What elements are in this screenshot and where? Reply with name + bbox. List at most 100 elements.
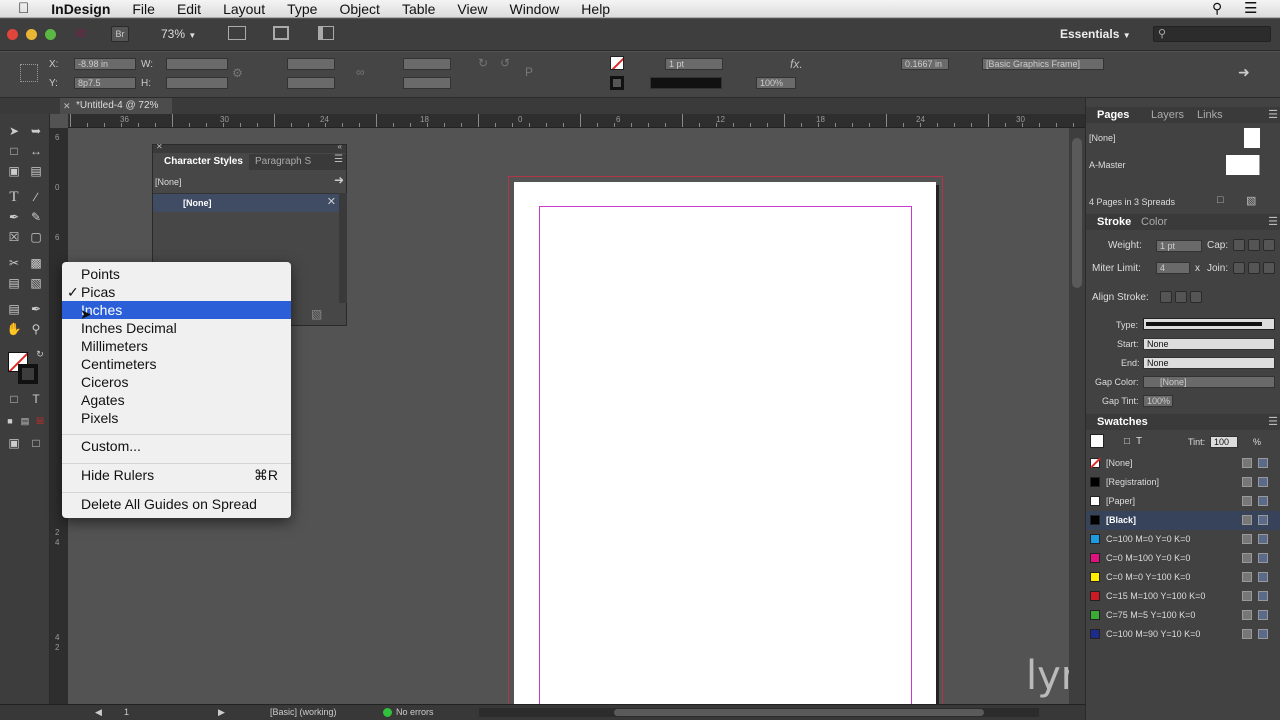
stroke-swatch-icon[interactable] [610, 76, 624, 90]
menu-item-centimeters[interactable]: Centimeters [62, 355, 291, 373]
h-field[interactable] [166, 77, 228, 89]
x-field[interactable]: -8.98 in [74, 58, 136, 70]
object-style-field[interactable]: [Basic Graphics Frame] [982, 58, 1104, 70]
swatch-row[interactable]: C=15 M=100 Y=100 K=0 [1086, 587, 1280, 606]
panel-menu-icon[interactable]: ☰ [1268, 414, 1278, 430]
menu-object[interactable]: Object [328, 0, 390, 18]
free-transform-tool-icon[interactable]: ▩ [28, 256, 44, 270]
list-item[interactable]: [None] ✕ [153, 194, 339, 212]
menu-file[interactable]: File [121, 0, 166, 18]
delete-page-icon[interactable]: ▧ [1246, 194, 1256, 207]
menu-item-delete-guides[interactable]: Delete All Guides on Spread [62, 495, 291, 513]
scale-y-field[interactable] [287, 77, 335, 89]
selection-tool-icon[interactable]: ➤ [6, 124, 22, 138]
zoom-tool-icon[interactable]: ⚲ [28, 322, 44, 336]
apply-gradient-icon[interactable]: ▤ [17, 414, 33, 428]
stroke-color-icon[interactable] [18, 364, 38, 384]
align-inside-icon[interactable] [1175, 291, 1187, 303]
menu-type[interactable]: Type [276, 0, 328, 18]
next-page-icon[interactable]: ▶ [218, 707, 225, 718]
rotate-field[interactable] [403, 58, 451, 70]
apply-color-icon[interactable]: ■ [2, 414, 18, 428]
menu-table[interactable]: Table [391, 0, 446, 18]
menu-help[interactable]: Help [570, 0, 621, 18]
first-page-icon[interactable]: ◀ [95, 707, 102, 718]
lightning-icon[interactable]: ➜ [1238, 64, 1250, 81]
swatch-row[interactable]: C=100 M=0 Y=0 K=0 [1086, 530, 1280, 549]
panel-menu-icon[interactable]: ☰ [334, 154, 343, 165]
zoom-level[interactable]: 73% ▼ [161, 27, 196, 41]
menu-item-custom[interactable]: Custom... [62, 437, 291, 455]
menu-item-picas[interactable]: ✓ Picas [62, 283, 291, 301]
page-number-field[interactable]: 1 [124, 707, 129, 717]
tab-swatches[interactable]: Swatches [1097, 414, 1148, 430]
round-join-icon[interactable] [1248, 262, 1260, 274]
none-master-thumbnail[interactable] [1244, 128, 1260, 148]
gap-tool-icon[interactable]: ↔ [28, 144, 44, 158]
new-page-icon[interactable]: □ [1217, 194, 1224, 206]
tab-layers[interactable]: Layers [1151, 107, 1184, 123]
vertical-scrollbar[interactable] [1069, 128, 1085, 704]
fill-swatch-icon[interactable] [610, 56, 624, 70]
menu-view[interactable]: View [446, 0, 498, 18]
swatch-text-icon[interactable]: T [1136, 436, 1142, 447]
bridge-button[interactable]: Br [111, 26, 129, 42]
menu-item-inches-decimal[interactable]: Inches Decimal [62, 319, 291, 337]
w-field[interactable] [166, 58, 228, 70]
start-field[interactable]: None [1143, 338, 1275, 350]
tab-links[interactable]: Links [1197, 107, 1223, 123]
workspace-switcher[interactable]: Essentials ▼ [1060, 27, 1131, 41]
apple-icon[interactable]:  [0, 0, 40, 18]
a-master-thumbnail[interactable] [1226, 155, 1260, 175]
tab-stroke[interactable]: Stroke [1097, 214, 1131, 230]
tab-color[interactable]: Color [1141, 214, 1167, 230]
rotate-cw-icon[interactable]: ↻ [478, 56, 488, 70]
end-field[interactable]: None [1143, 357, 1275, 369]
pencil-tool-icon[interactable]: ✎ [28, 210, 44, 224]
align-center-icon[interactable] [1160, 291, 1172, 303]
menu-item-ciceros[interactable]: Ciceros [62, 373, 291, 391]
menu-item-millimeters[interactable]: Millimeters [62, 337, 291, 355]
align-outside-icon[interactable] [1190, 291, 1202, 303]
tint-field[interactable]: 100 [1210, 436, 1238, 448]
menu-item-pixels[interactable]: Pixels [62, 409, 291, 427]
weight-field[interactable]: 1 pt [1156, 240, 1202, 252]
create-style-icon[interactable]: ➜ [334, 173, 344, 187]
tab-paragraph-styles[interactable]: Paragraph S [255, 154, 311, 170]
fx-icon[interactable]: fx. [790, 57, 803, 71]
minimize-window-button[interactable] [26, 29, 37, 40]
scissors-tool-icon[interactable]: ✂ [6, 256, 22, 270]
bevel-join-icon[interactable] [1263, 262, 1275, 274]
search-icon[interactable]: ⚲ [1212, 0, 1222, 17]
swatch-fill-stroke-icon[interactable] [1090, 434, 1104, 448]
rectangle-frame-tool-icon[interactable]: ☒ [6, 230, 22, 244]
hand-tool-icon[interactable]: ✋ [6, 322, 22, 336]
menu-item-inches[interactable]: Inches [62, 301, 291, 319]
note-tool-icon[interactable]: ▤ [6, 302, 22, 316]
butt-cap-icon[interactable] [1233, 239, 1245, 251]
reference-point-icon[interactable] [20, 64, 38, 82]
stroke-weight-field[interactable]: 1 pt [665, 58, 723, 70]
formatting-container-icon[interactable]: □ [6, 392, 22, 406]
menu-item-hide-rulers[interactable]: Hide Rulers ⌘R [62, 466, 291, 484]
swatch-row[interactable]: C=0 M=0 Y=100 K=0 [1086, 568, 1280, 587]
swatch-row[interactable]: C=75 M=5 Y=100 K=0 [1086, 606, 1280, 625]
swatch-row[interactable]: C=0 M=100 Y=0 K=0 [1086, 549, 1280, 568]
close-icon[interactable]: ✕ [63, 98, 71, 114]
gap-tint-field[interactable]: 100% [1143, 395, 1173, 407]
formatting-text-icon[interactable]: T [28, 392, 44, 406]
type-tool-icon[interactable]: T [6, 190, 22, 205]
stroke-type-field[interactable] [650, 77, 722, 89]
menu-layout[interactable]: Layout [212, 0, 276, 18]
flip-icon[interactable]: P [525, 65, 533, 79]
swatch-row[interactable]: C=100 M=90 Y=10 K=0 [1086, 625, 1280, 644]
gradient-feather-tool-icon[interactable]: ▧ [28, 276, 44, 290]
miter-join-icon[interactable] [1233, 262, 1245, 274]
gradient-swatch-tool-icon[interactable]: ▤ [6, 276, 22, 290]
tab-character-styles[interactable]: Character Styles [153, 154, 249, 170]
list-icon[interactable]: ☰ [1244, 0, 1257, 17]
page-tool-icon[interactable]: □ [6, 144, 22, 158]
tab-pages[interactable]: Pages [1097, 107, 1129, 123]
scroll-thumb[interactable] [1072, 138, 1082, 288]
panel-menu-icon[interactable]: ☰ [1268, 214, 1278, 230]
